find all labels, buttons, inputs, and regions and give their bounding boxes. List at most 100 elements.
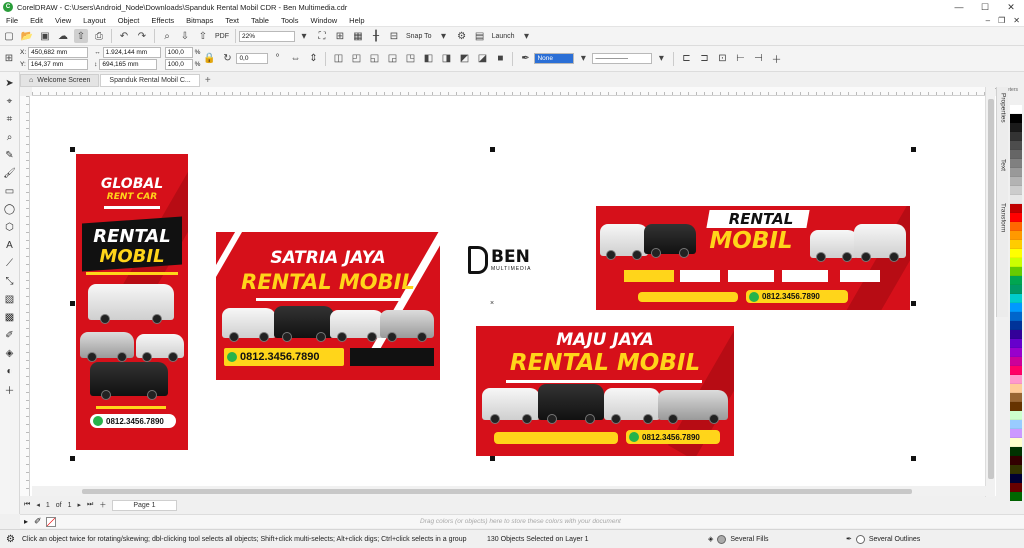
horizontal-ruler[interactable]	[32, 87, 992, 96]
color-swatch[interactable]	[1010, 258, 1022, 267]
color-swatch[interactable]	[1010, 492, 1022, 501]
undo-icon[interactable]: ↶	[117, 29, 131, 43]
menu-bitmaps[interactable]: Bitmaps	[180, 16, 219, 25]
group-icon[interactable]: ◰	[349, 52, 363, 66]
color-swatch[interactable]	[1010, 168, 1022, 177]
intersect-icon[interactable]: ◨	[439, 52, 453, 66]
height-field[interactable]: 694,165 mm	[99, 59, 158, 70]
banner-global-rent-car[interactable]: GLOBAL RENT CAR RENTAL MOBIL 0812.3456.7…	[76, 154, 188, 450]
snap-dropdown-icon[interactable]: ▾	[437, 29, 451, 43]
color-swatch[interactable]	[1010, 231, 1022, 240]
selection-handle[interactable]	[490, 147, 495, 152]
color-swatch[interactable]	[1010, 438, 1022, 447]
color-swatch[interactable]	[1010, 267, 1022, 276]
print-icon[interactable]: ⎙	[92, 29, 106, 43]
menu-help[interactable]: Help	[343, 16, 370, 25]
launch-button[interactable]: Launch	[489, 33, 518, 40]
zoom-tool-icon[interactable]: ⌕	[3, 130, 17, 144]
menu-layout[interactable]: Layout	[77, 16, 112, 25]
vertical-scrollbar[interactable]	[985, 87, 995, 497]
ellipse-tool-icon[interactable]: ◯	[3, 202, 17, 216]
color-swatch[interactable]	[1010, 132, 1022, 141]
menu-edit[interactable]: Edit	[24, 16, 49, 25]
color-swatch[interactable]	[1010, 249, 1022, 258]
ben-multimedia-logo[interactable]: BEN MULTIMEDIA	[468, 246, 531, 274]
open-icon[interactable]: 📂	[20, 29, 34, 43]
drop-shadow-icon[interactable]: ▧	[3, 292, 17, 306]
color-swatch[interactable]	[1010, 222, 1022, 231]
create-boundary-icon[interactable]: ■	[493, 52, 507, 66]
freehand-tool-icon[interactable]: ✎	[3, 148, 17, 162]
ungroup-all-icon[interactable]: ◲	[385, 52, 399, 66]
minimize-icon[interactable]: —	[946, 0, 972, 14]
menu-text[interactable]: Text	[219, 16, 245, 25]
color-swatch[interactable]	[1010, 420, 1022, 429]
selection-handle[interactable]	[70, 147, 75, 152]
menu-window[interactable]: Window	[304, 16, 343, 25]
add-page-icon[interactable]: ＋	[99, 500, 106, 510]
weld-icon[interactable]: ◳	[403, 52, 417, 66]
to-front-icon[interactable]: ⊐	[697, 52, 711, 66]
eyedropper-icon[interactable]: ✐	[34, 516, 42, 527]
show-grid-icon[interactable]: ▦	[351, 29, 365, 43]
selection-handle[interactable]	[490, 456, 495, 461]
crop-tool-icon[interactable]: ⌗	[3, 112, 17, 126]
color-swatch[interactable]	[1010, 384, 1022, 393]
color-swatch[interactable]	[1010, 321, 1022, 330]
color-swatch[interactable]	[1010, 105, 1022, 114]
transparency-tool-icon[interactable]: ▩	[3, 310, 17, 324]
selection-handle[interactable]	[911, 147, 916, 152]
color-swatch[interactable]	[1010, 159, 1022, 168]
color-swatch[interactable]	[1010, 294, 1022, 303]
connector-tool-icon[interactable]: ⤡	[3, 274, 17, 288]
maximize-icon[interactable]: ☐	[972, 0, 998, 14]
smart-fill-icon[interactable]: ◐	[3, 364, 17, 378]
doc-minimize-icon[interactable]: –	[986, 14, 990, 27]
scale-height-field[interactable]: 100,0	[164, 59, 193, 70]
tab-spanduk-document[interactable]: Spanduk Rental Mobil C...	[100, 74, 200, 87]
doc-close-icon[interactable]: ✕	[1013, 14, 1020, 27]
menu-file[interactable]: File	[0, 16, 24, 25]
redo-icon[interactable]: ↷	[135, 29, 149, 43]
selection-handle[interactable]	[911, 456, 916, 461]
export-pdf-button[interactable]: PDF	[212, 33, 232, 40]
shape-tool-icon[interactable]: ⌖	[3, 94, 17, 108]
color-swatch[interactable]	[1010, 375, 1022, 384]
launch-dropdown-icon[interactable]: ▾	[520, 29, 534, 43]
menu-effects[interactable]: Effects	[145, 16, 180, 25]
next-page-icon[interactable]: ▸	[77, 501, 81, 509]
prev-page-icon[interactable]: ◂	[36, 501, 40, 509]
horizontal-scroll-thumb[interactable]	[82, 489, 912, 494]
color-swatch[interactable]	[1010, 456, 1022, 465]
cloud-upload-icon[interactable]: ⇧	[74, 29, 88, 43]
color-swatch[interactable]	[1010, 141, 1022, 150]
mirror-horizontal-icon[interactable]: ⇔	[288, 52, 302, 66]
color-swatch[interactable]	[1010, 204, 1022, 213]
menu-view[interactable]: View	[49, 16, 77, 25]
page-tab[interactable]: Page 1	[112, 499, 177, 511]
docker-tab-transform[interactable]: Transform	[997, 203, 1009, 263]
outline-pen-icon[interactable]: ✒	[518, 52, 532, 66]
polygon-tool-icon[interactable]: ⬡	[3, 220, 17, 234]
outline-status[interactable]: ✒ Several Outlines	[846, 534, 920, 544]
new-document-icon[interactable]: ▢	[2, 29, 16, 43]
vertical-scroll-thumb[interactable]	[988, 99, 994, 479]
options-gear-icon[interactable]: ⚙	[455, 29, 469, 43]
x-position-field[interactable]: 450,682 mm	[28, 47, 89, 58]
eyedropper-tool-icon[interactable]: ✐	[3, 328, 17, 342]
color-swatch[interactable]	[1010, 240, 1022, 249]
export-icon[interactable]: ⇧	[196, 29, 210, 43]
drawing-canvas[interactable]: GLOBAL RENT CAR RENTAL MOBIL 0812.3456.7…	[30, 96, 996, 496]
show-guidelines-icon[interactable]: ╂	[369, 29, 383, 43]
color-swatch[interactable]	[1010, 213, 1022, 222]
docker-tab-text[interactable]: Text	[997, 159, 1009, 199]
zoom-dropdown-icon[interactable]: ▾	[297, 29, 311, 43]
artistic-media-icon[interactable]: 🖌	[3, 166, 17, 180]
snap-to-button[interactable]: Snap To	[403, 33, 435, 40]
outline-style-field[interactable]: ―――――	[592, 53, 653, 64]
convert-to-curves-icon[interactable]: ⊣	[751, 52, 765, 66]
color-swatch[interactable]	[1010, 150, 1022, 159]
outline-width-field[interactable]: None	[534, 53, 575, 64]
color-swatch[interactable]	[1010, 429, 1022, 438]
simplify-icon[interactable]: ◩	[457, 52, 471, 66]
